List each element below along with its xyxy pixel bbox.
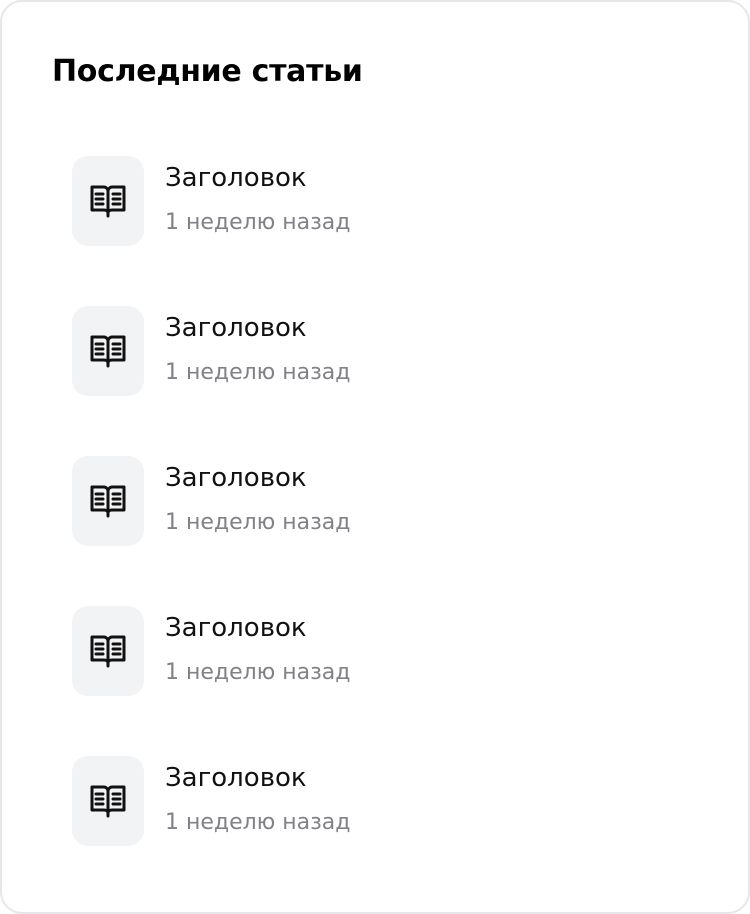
article-date: 1 неделю назад bbox=[165, 510, 351, 535]
article-date: 1 неделю назад bbox=[165, 360, 351, 385]
article-title[interactable]: Заголовок bbox=[165, 310, 307, 346]
open-book-icon bbox=[72, 756, 144, 846]
recent-articles-card: Последние статьи Заголовок 1 неделю наза… bbox=[0, 0, 750, 914]
list-item[interactable]: Заголовок 1 неделю назад bbox=[72, 156, 672, 246]
list-item[interactable]: Заголовок 1 неделю назад bbox=[72, 606, 672, 696]
article-date: 1 неделю назад bbox=[165, 810, 351, 835]
article-date: 1 неделю назад bbox=[165, 660, 351, 685]
article-title[interactable]: Заголовок bbox=[165, 610, 307, 646]
open-book-icon bbox=[72, 606, 144, 696]
open-book-icon bbox=[72, 156, 144, 246]
section-title: Последние статьи bbox=[52, 54, 363, 89]
list-item[interactable]: Заголовок 1 неделю назад bbox=[72, 756, 672, 846]
article-title[interactable]: Заголовок bbox=[165, 460, 307, 496]
article-title[interactable]: Заголовок bbox=[165, 160, 307, 196]
article-date: 1 неделю назад bbox=[165, 210, 351, 235]
list-item[interactable]: Заголовок 1 неделю назад bbox=[72, 456, 672, 546]
articles-list: Заголовок 1 неделю назад Заголовок 1 нед… bbox=[72, 156, 672, 906]
article-title[interactable]: Заголовок bbox=[165, 760, 307, 796]
open-book-icon bbox=[72, 456, 144, 546]
open-book-icon bbox=[72, 306, 144, 396]
list-item[interactable]: Заголовок 1 неделю назад bbox=[72, 306, 672, 396]
